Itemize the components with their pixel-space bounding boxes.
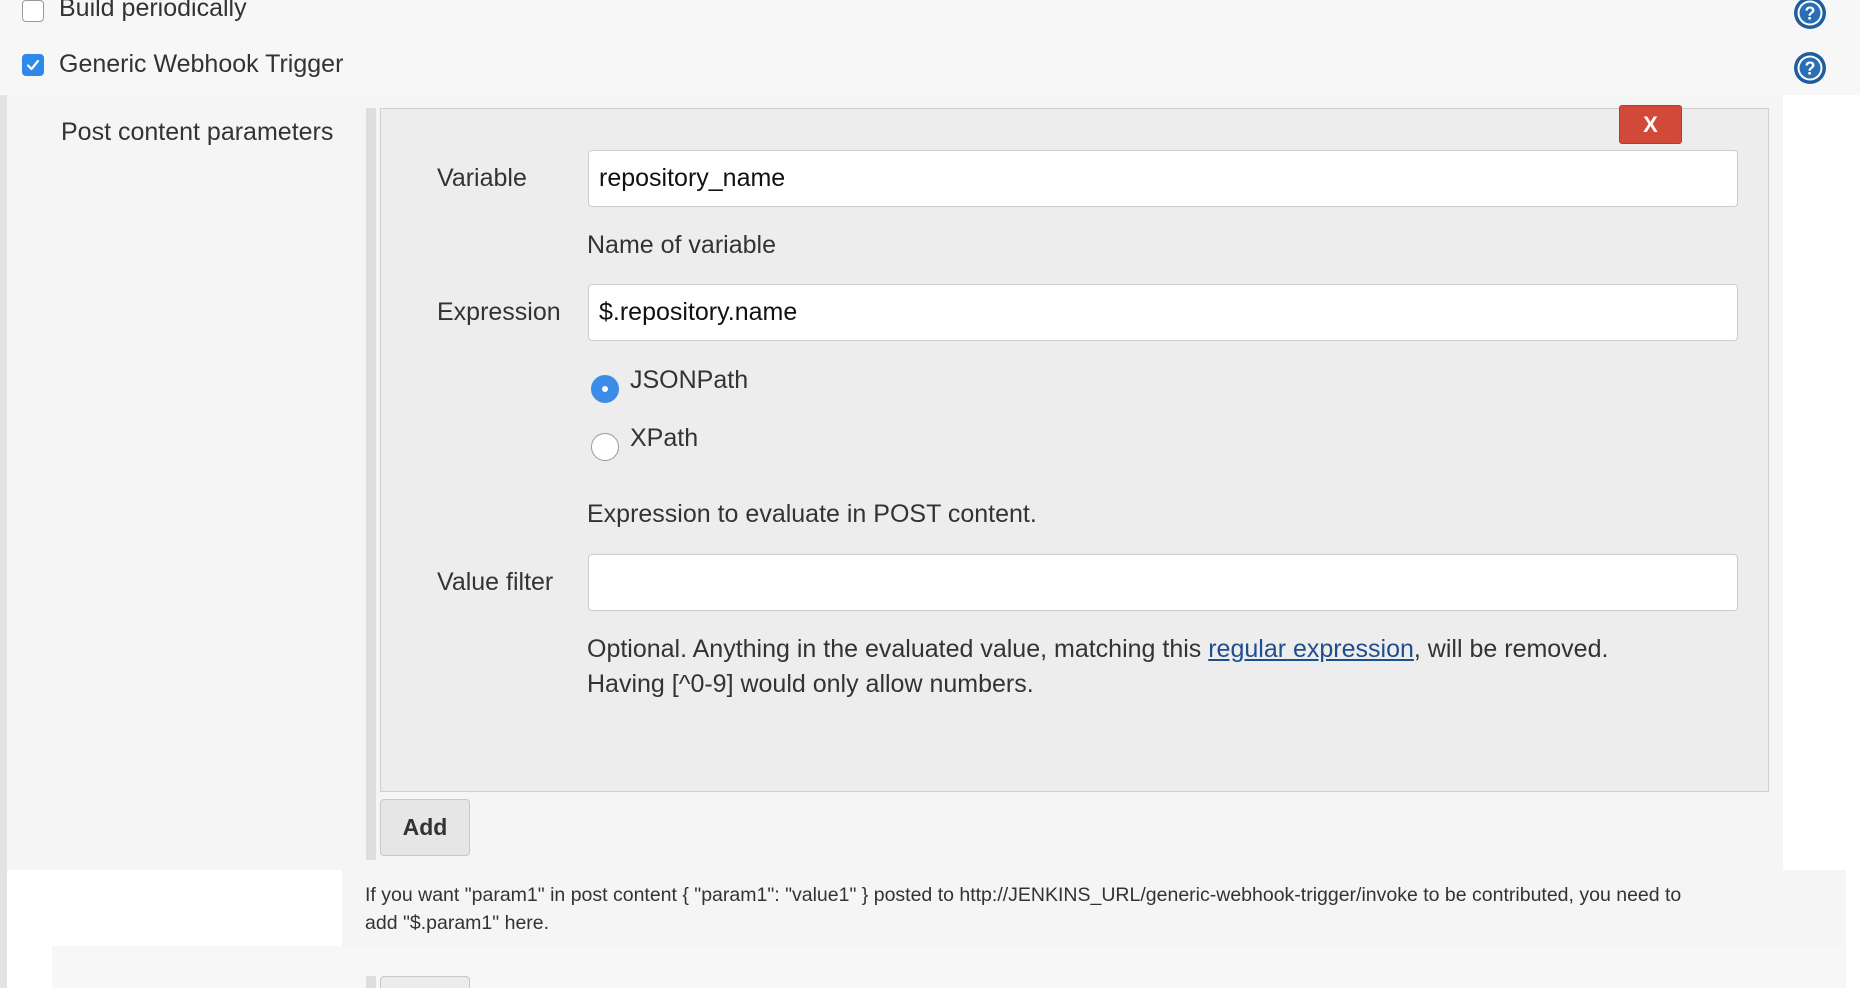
value-filter-help-line1: Optional. Anything in the evaluated valu…: [587, 635, 1608, 664]
value-filter-help-line2: Having [^0-9] would only allow numbers.: [587, 670, 1034, 698]
xpath-radio[interactable]: [591, 433, 619, 461]
expression-help-text: Expression to evaluate in POST content.: [587, 500, 1037, 528]
jsonpath-radio-label[interactable]: JSONPath: [630, 366, 748, 395]
next-section-strip: [52, 946, 1846, 988]
build-periodically-label[interactable]: Build periodically: [59, 0, 247, 23]
help-icon[interactable]: ?: [1793, 0, 1827, 30]
jsonpath-radio[interactable]: [591, 375, 619, 403]
value-filter-input[interactable]: [588, 554, 1738, 611]
post-content-help-line1: If you want "param1" in post content { "…: [365, 884, 1682, 906]
delete-parameter-button[interactable]: X: [1619, 105, 1682, 144]
value-filter-help-text: Optional. Anything in the evaluated valu…: [587, 635, 1209, 663]
svg-text:?: ?: [1805, 59, 1816, 79]
xpath-radio-label[interactable]: XPath: [630, 424, 698, 453]
trigger-list-background: [0, 0, 1860, 95]
add-parameter-button[interactable]: Add: [380, 799, 470, 856]
parameter-list-rail: [366, 108, 376, 860]
generic-webhook-trigger-checkbox[interactable]: [22, 54, 44, 76]
regular-expression-link[interactable]: regular expression: [1208, 635, 1414, 663]
help-icon[interactable]: ?: [1793, 51, 1827, 85]
variable-input[interactable]: repository_name: [588, 150, 1738, 207]
svg-text:?: ?: [1805, 4, 1816, 24]
variable-help-text: Name of variable: [587, 231, 776, 259]
generic-webhook-trigger-label[interactable]: Generic Webhook Trigger: [59, 50, 343, 79]
post-content-help-line2: add "$.param1" here.: [365, 912, 550, 934]
expression-label: Expression: [437, 298, 561, 326]
value-filter-label: Value filter: [437, 568, 554, 596]
next-parameter-list-rail: [366, 976, 376, 988]
next-section-button[interactable]: [380, 976, 470, 988]
build-periodically-checkbox[interactable]: [22, 0, 44, 22]
post-content-parameters-label: Post content parameters: [61, 118, 334, 146]
section-left-rail: [0, 95, 7, 988]
variable-label: Variable: [437, 164, 527, 192]
value-filter-help-text-end: , will be removed.: [1413, 635, 1609, 663]
expression-input[interactable]: $.repository.name: [588, 284, 1738, 341]
checkmark-icon: [26, 59, 40, 71]
